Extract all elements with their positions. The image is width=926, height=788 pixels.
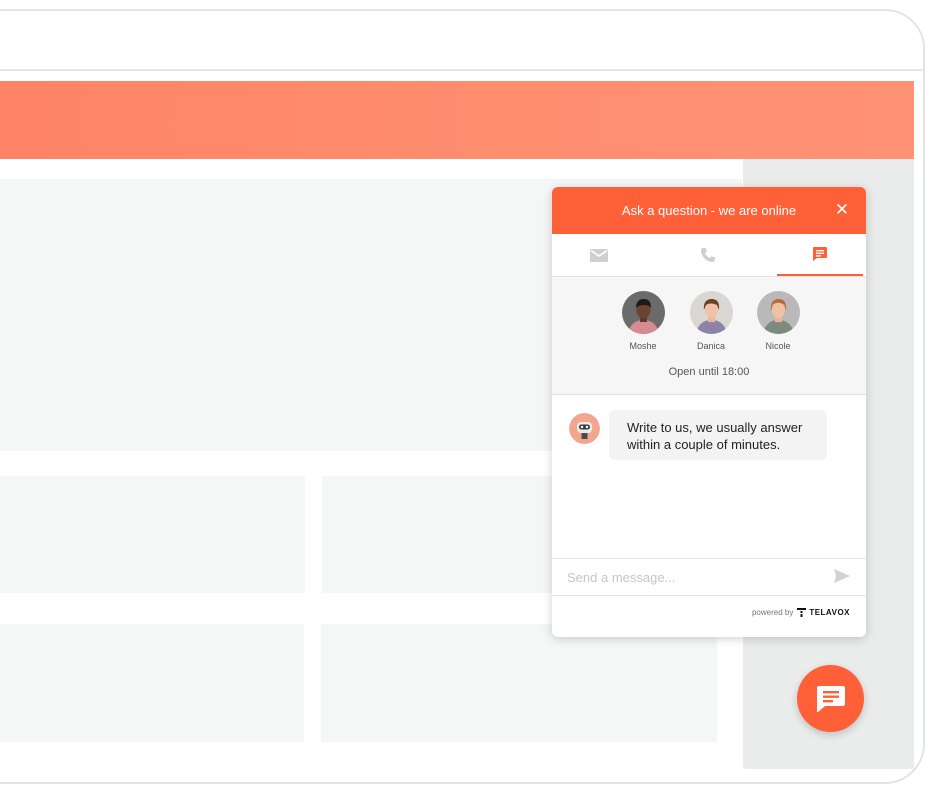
chat-tabs bbox=[552, 234, 866, 277]
agent-name: Moshe bbox=[629, 341, 657, 351]
chat-icon bbox=[816, 685, 845, 712]
message-composer bbox=[552, 558, 866, 596]
chat-icon bbox=[813, 247, 827, 261]
send-icon bbox=[834, 569, 850, 583]
send-button[interactable] bbox=[834, 569, 852, 585]
hero-banner bbox=[0, 81, 914, 159]
agent-danica: Danica bbox=[681, 291, 741, 351]
phone-icon bbox=[701, 248, 715, 262]
chat-widget: Ask a question - we are online ✕ Moshe D… bbox=[552, 187, 866, 637]
chat-header-title: Ask a question - we are online bbox=[621, 203, 797, 218]
agent-moshe: Moshe bbox=[613, 291, 673, 351]
avatar bbox=[621, 291, 665, 334]
content-placeholder-card bbox=[0, 476, 305, 593]
message-input[interactable] bbox=[567, 567, 817, 587]
robot-icon bbox=[569, 413, 600, 444]
open-hours: Open until 18:00 bbox=[668, 366, 750, 378]
tab-email[interactable] bbox=[556, 234, 642, 276]
tab-chat[interactable] bbox=[777, 234, 863, 276]
avatar bbox=[689, 291, 733, 334]
content-placeholder-card bbox=[321, 624, 717, 742]
agent-name: Nicole bbox=[765, 341, 791, 351]
close-button[interactable]: ✕ bbox=[834, 200, 850, 220]
agent-name: Danica bbox=[696, 341, 725, 351]
powered-by-label: powered by bbox=[751, 608, 794, 617]
browser-bar bbox=[0, 11, 923, 71]
welcome-message: Write to us, we usually answer within a … bbox=[609, 410, 827, 460]
avatar bbox=[756, 291, 800, 334]
content-placeholder-card bbox=[0, 624, 304, 742]
brand-name: TELAVOX bbox=[809, 608, 850, 617]
telavox-logo: TELAVOX bbox=[797, 608, 850, 617]
chat-launcher-button[interactable] bbox=[797, 665, 864, 732]
tab-phone[interactable] bbox=[665, 234, 751, 276]
conversation: Write to us, we usually answer within a … bbox=[552, 395, 866, 557]
bot-avatar bbox=[569, 413, 600, 444]
agents-panel: Moshe Danica Nicole Open until 18:00 bbox=[552, 277, 866, 395]
agent-nicole: Nicole bbox=[748, 291, 808, 351]
powered-by: powered by TELAVOX bbox=[752, 608, 850, 617]
mail-icon bbox=[590, 248, 608, 262]
chat-header: Ask a question - we are online bbox=[552, 187, 866, 234]
telavox-logo-icon bbox=[797, 608, 807, 617]
